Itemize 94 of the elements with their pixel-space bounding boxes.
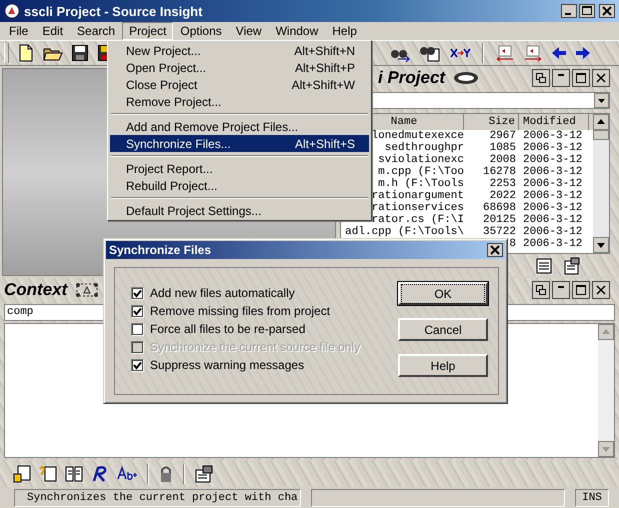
bookmark-left-icon[interactable] xyxy=(495,44,515,62)
restore-icon[interactable] xyxy=(532,281,550,299)
table-cell-text: 2006-3-12 xyxy=(522,202,584,214)
table-cell-text: 2006-3-12 xyxy=(522,226,584,238)
checkbox-label: Synchronize the current source file only xyxy=(150,340,360,354)
table-cell-text: sviolationexc xyxy=(377,154,464,166)
table-cell-text: 2008 xyxy=(488,154,517,166)
table-cell-text: 2006-3-12 xyxy=(522,178,584,190)
menu-item[interactable]: Help xyxy=(325,22,364,40)
panel-title: Context xyxy=(4,280,68,300)
diagram-icon xyxy=(75,282,100,298)
back-arrow-icon[interactable] xyxy=(551,44,567,62)
table-cell-text: rationservices xyxy=(370,202,464,214)
dialog-button[interactable]: Cancel xyxy=(398,318,488,341)
app-logo-icon xyxy=(4,3,20,19)
minimize-icon[interactable] xyxy=(552,281,570,299)
binoculars-icon[interactable] xyxy=(419,44,441,62)
restore-icon[interactable] xyxy=(532,69,550,87)
table-cell: adl.cpp (F:\Tools\ xyxy=(345,226,464,238)
lock-icon[interactable] xyxy=(158,464,174,484)
table-cell-text: m.cpp (F:\Too xyxy=(377,166,464,178)
scroll-up-icon[interactable] xyxy=(593,114,609,130)
disk-icon xyxy=(453,71,480,85)
table-cell-text: 16278 xyxy=(482,166,517,178)
checkbox[interactable] xyxy=(131,304,144,318)
table-cell-text: 2006-3-12 xyxy=(522,142,584,154)
checkbox-label: Suppress warning messages xyxy=(150,358,304,372)
minimize-icon[interactable] xyxy=(552,69,570,87)
checkbox[interactable] xyxy=(131,286,144,300)
help-page-icon[interactable] xyxy=(38,464,58,484)
menu-item[interactable]: Edit xyxy=(35,22,70,40)
table-cell-text: 2006-3-12 xyxy=(522,130,584,142)
close-icon[interactable] xyxy=(599,4,615,18)
scroll-down-icon[interactable] xyxy=(593,237,609,253)
forward-arrow-icon[interactable] xyxy=(575,44,591,62)
menu-option[interactable]: Remove Project... xyxy=(110,93,369,110)
dialog-title: Synchronize Files xyxy=(109,243,212,257)
close-icon[interactable] xyxy=(592,69,610,87)
minimize-icon[interactable] xyxy=(561,4,577,18)
table-cell-text: 2006-3-12 xyxy=(522,166,584,178)
table-cell-text: 20125 xyxy=(482,214,517,226)
maximize-icon[interactable] xyxy=(579,4,595,18)
table-cell-text: 1085 xyxy=(488,142,517,154)
table-cell-text: 8 xyxy=(508,238,517,250)
table-cell-text: lonedmutexexce xyxy=(370,130,464,142)
menu-option[interactable]: Project Report... xyxy=(110,160,369,177)
status-mode: INS xyxy=(575,488,609,506)
status-message: Synchronizes the current project with cha xyxy=(14,488,301,506)
menu-option[interactable]: Rebuild Project... xyxy=(110,177,369,194)
bookmark-right-icon[interactable] xyxy=(523,44,543,62)
menu-option[interactable]: New Project... Alt+Shift+N xyxy=(110,42,369,59)
table-cell-text: 2967 xyxy=(488,130,517,142)
menu-item[interactable]: Search xyxy=(70,22,122,40)
checkbox[interactable] xyxy=(131,358,144,372)
table-cell-text: rationargument xyxy=(370,190,464,202)
table-cell-text: 2006-3-12 xyxy=(522,214,584,226)
menu-item[interactable]: Window xyxy=(268,22,326,40)
menu-option[interactable]: Open Project... Alt+Shift+P xyxy=(110,59,369,76)
checkbox-label: Add new files automatically xyxy=(150,286,295,300)
scroll-thumb[interactable] xyxy=(593,130,609,140)
panel-title: i Project xyxy=(378,68,446,88)
close-icon[interactable] xyxy=(487,243,503,257)
checkbox-label: Remove missing files from project xyxy=(150,304,330,318)
checkbox-label: Force all files to be re-parsed xyxy=(150,322,306,336)
table-cell-text: 2006-3-12 xyxy=(522,238,584,250)
menu-option[interactable]: Synchronize Files... Alt+Shift+S xyxy=(110,135,369,152)
book-icon[interactable] xyxy=(64,464,84,484)
table-cell-text: 68698 xyxy=(482,202,517,214)
table-cell-text: 2006-3-12 xyxy=(522,190,584,202)
table-cell-text: m.h (F:\Tools xyxy=(377,178,464,190)
properties-icon[interactable] xyxy=(194,464,214,484)
menu-option[interactable]: Close Project Alt+Shift+W xyxy=(110,76,369,93)
menu-option[interactable]: Default Project Settings... xyxy=(110,202,369,219)
menu-item[interactable]: File xyxy=(2,22,36,40)
list-icon[interactable] xyxy=(535,257,553,275)
new-file-icon[interactable] xyxy=(17,44,35,62)
dialog-button[interactable]: Help xyxy=(398,354,488,377)
menu-item[interactable]: View xyxy=(228,22,269,40)
menu-item[interactable]: Project xyxy=(122,22,174,40)
table-cell-text: 2022 xyxy=(488,190,517,202)
scrollbar[interactable] xyxy=(593,114,609,253)
table-cell-text: 2006-3-12 xyxy=(522,154,584,166)
properties-icon[interactable] xyxy=(563,257,581,275)
maximize-icon[interactable] xyxy=(572,281,590,299)
close-icon[interactable] xyxy=(592,281,610,299)
checkbox[interactable] xyxy=(131,322,144,336)
window-title: sscli Project - Source Insight xyxy=(24,4,202,18)
maximize-icon[interactable] xyxy=(572,69,590,87)
dialog-button[interactable]: OK xyxy=(398,282,488,305)
table-cell-text: 35722 xyxy=(482,226,517,238)
table-cell-text: 2253 xyxy=(488,178,517,190)
menu-item[interactable]: Options xyxy=(173,22,229,40)
table-cell-text: rator.cs (F:\I xyxy=(370,214,464,226)
save-icon[interactable] xyxy=(71,44,89,62)
